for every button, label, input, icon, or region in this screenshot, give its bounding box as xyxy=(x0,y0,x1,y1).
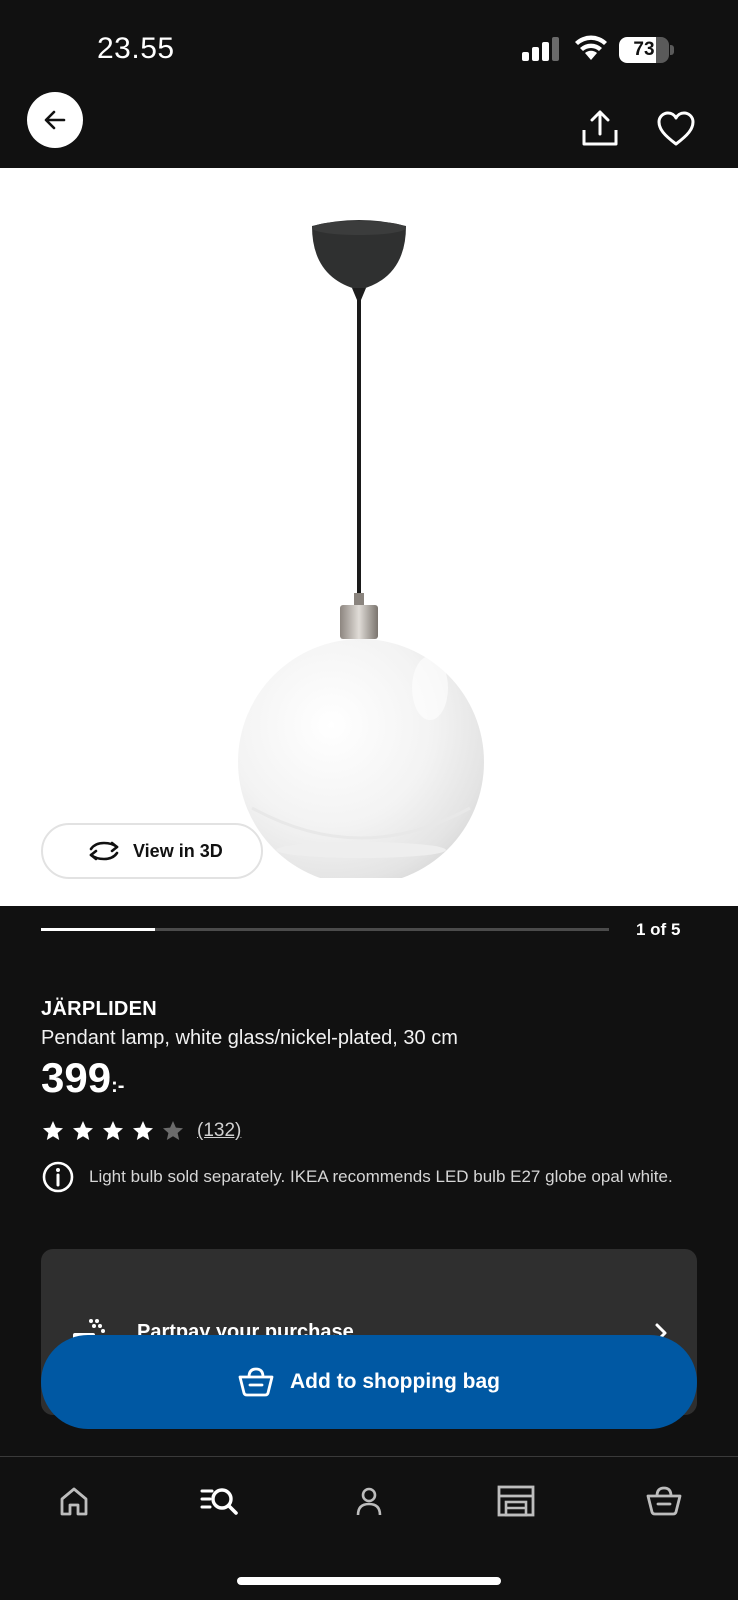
rotate-icon xyxy=(89,841,119,861)
shopping-bag-icon xyxy=(238,1367,274,1397)
battery-icon: 73 xyxy=(619,37,675,63)
product-description: Pendant lamp, white glass/nickel-plated,… xyxy=(41,1027,458,1049)
tab-shopping-bag[interactable] xyxy=(642,1481,686,1521)
store-icon xyxy=(497,1485,535,1517)
profile-icon xyxy=(356,1487,382,1516)
gallery-progress: 1 of 5 xyxy=(0,906,738,956)
info-icon xyxy=(42,1161,74,1193)
share-icon[interactable] xyxy=(580,108,620,148)
star-filled-icon xyxy=(133,1121,153,1140)
gallery-page-label: 1 of 5 xyxy=(636,920,681,939)
add-to-bag-button[interactable]: Add to shopping bag xyxy=(41,1335,697,1429)
view-in-3d-label: View in 3D xyxy=(133,840,223,861)
heart-icon[interactable] xyxy=(656,110,696,148)
shopping-bag-icon xyxy=(646,1486,682,1516)
top-nav-bar xyxy=(0,90,738,168)
star-filled-icon xyxy=(73,1121,93,1140)
search-icon xyxy=(200,1488,238,1515)
back-button[interactable] xyxy=(27,92,83,148)
home-indicator xyxy=(237,1577,501,1585)
status-time: 23.55 xyxy=(97,32,175,65)
view-in-3d-button[interactable]: View in 3D xyxy=(41,823,263,879)
price-suffix: :- xyxy=(111,1075,125,1097)
tab-search[interactable] xyxy=(198,1481,242,1521)
product-image xyxy=(238,220,484,878)
gallery-progress-fill xyxy=(41,928,155,931)
bulb-info-note: Light bulb sold separately. IKEA recomme… xyxy=(41,1160,701,1194)
tab-home[interactable] xyxy=(52,1481,96,1521)
tab-store[interactable] xyxy=(494,1481,538,1521)
review-count-link[interactable]: (132) xyxy=(197,1120,241,1142)
product-name: JÄRPLIDEN xyxy=(41,998,158,1020)
rating-stars xyxy=(41,1119,191,1143)
bulb-info-text: Light bulb sold separately. IKEA recomme… xyxy=(89,1167,673,1186)
product-image-gallery[interactable]: View in 3D xyxy=(0,168,738,906)
product-price: 399:- xyxy=(41,1054,701,1110)
cellular-signal-icon xyxy=(522,37,559,61)
wifi-icon xyxy=(575,35,607,60)
rating-row[interactable]: (132) xyxy=(41,1116,701,1146)
star-empty-icon xyxy=(163,1121,183,1140)
arrow-left-icon xyxy=(44,110,66,130)
product-info: JÄRPLIDEN Pendant lamp, white glass/nick… xyxy=(41,998,701,1194)
star-filled-icon xyxy=(103,1121,123,1140)
battery-percent: 73 xyxy=(633,39,655,60)
status-bar: 23.55 73 xyxy=(0,0,738,90)
home-icon xyxy=(60,1487,88,1516)
gallery-progress-track xyxy=(41,928,609,931)
star-filled-icon xyxy=(43,1121,63,1140)
add-to-bag-label: Add to shopping bag xyxy=(290,1370,500,1393)
tab-profile[interactable] xyxy=(347,1481,391,1521)
price-value: 399 xyxy=(41,1054,112,1101)
